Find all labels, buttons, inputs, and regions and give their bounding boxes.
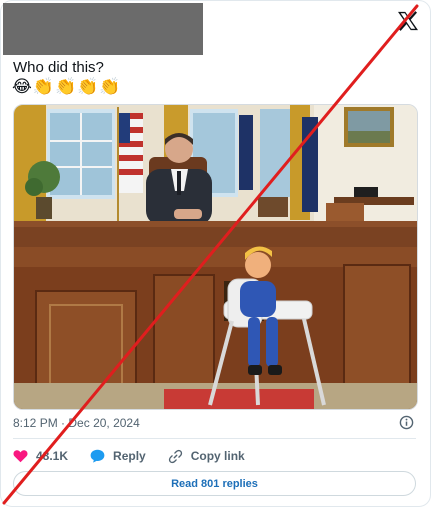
tweet-image[interactable] [13, 104, 418, 410]
tweet-actions: 48.1K Reply Copy link [13, 447, 267, 465]
tweet-card: Who did this? 😂 👏 👏 👏 👏 8:12 PM · Dec 20… [0, 0, 431, 507]
tweet-text: Who did this? [13, 59, 104, 76]
clap-emoji: 👏 [32, 77, 55, 97]
laughing-emoji: 😂 [12, 77, 32, 97]
clap-emoji: 👏 [77, 77, 99, 97]
redacted-author-block [3, 3, 203, 55]
speech-bubble-icon [90, 449, 105, 463]
like-button[interactable]: 48.1K [13, 449, 68, 463]
x-logo-icon[interactable] [397, 11, 419, 31]
heart-icon [13, 450, 28, 463]
tweet-date: Dec 20, 2024 [68, 416, 140, 430]
tweet-emoji-row: 😂 👏 👏 👏 👏 [12, 77, 121, 97]
read-replies-button[interactable]: Read 801 replies [13, 471, 416, 496]
link-icon [168, 449, 182, 463]
meta-separator: · [61, 416, 66, 430]
divider [13, 438, 416, 439]
clap-emoji: 👏 [99, 77, 121, 97]
like-count: 48.1K [36, 449, 69, 463]
copy-link-label: Copy link [190, 449, 245, 463]
reply-button[interactable]: Reply [90, 449, 146, 463]
copy-link-button[interactable]: Copy link [168, 449, 245, 464]
clap-emoji: 👏 [55, 77, 77, 97]
info-icon[interactable] [399, 415, 414, 430]
tweet-timestamp[interactable]: 8:12 PM · Dec 20, 2024 [13, 416, 140, 430]
oval-office-illustration [14, 105, 417, 409]
tweet-time: 8:12 PM [13, 416, 58, 430]
reply-label: Reply [113, 449, 146, 463]
